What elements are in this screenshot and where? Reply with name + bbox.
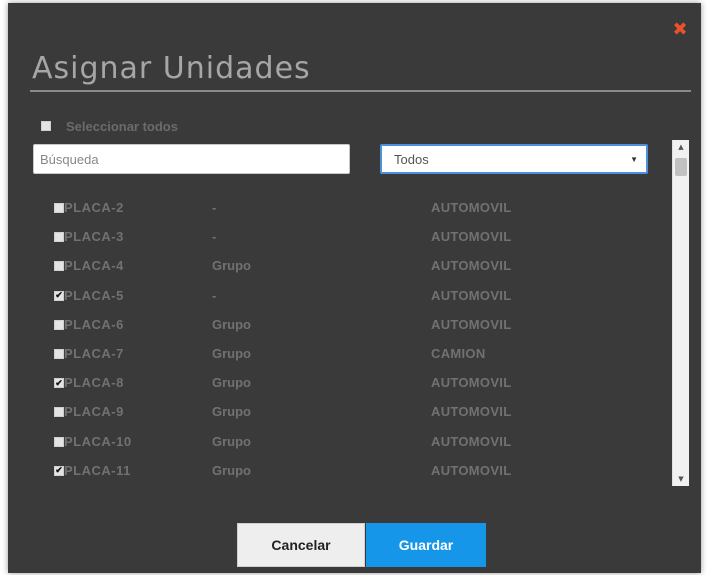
chevron-down-icon: ▼	[630, 154, 638, 164]
unit-checkbox[interactable]: ✔	[54, 378, 64, 389]
unit-plate: PLACA-8	[64, 375, 124, 391]
list-item[interactable]: PLACA-2 - AUTOMOVIL	[30, 196, 650, 220]
unit-group: Grupo	[212, 346, 251, 361]
unit-plate: PLACA-2	[64, 200, 124, 215]
unit-type: AUTOMOVIL	[431, 462, 512, 478]
unit-plate: PLACA-4	[64, 258, 124, 274]
list-item[interactable]: PLACA-9 Grupo AUTOMOVIL	[30, 400, 650, 424]
cancel-button[interactable]: Cancelar	[237, 523, 365, 567]
unit-checkbox[interactable]	[54, 407, 64, 418]
title-divider	[30, 90, 691, 92]
list-item[interactable]: ✔ PLACA-8 Grupo AUTOMOVIL	[30, 371, 650, 395]
select-all-label: Seleccionar todos	[66, 118, 178, 134]
scrollbar-thumb[interactable]	[675, 158, 687, 176]
unit-group: Grupo	[212, 316, 251, 332]
unit-group: -	[212, 229, 217, 245]
list-item[interactable]: PLACA-7 Grupo CAMION	[30, 342, 650, 366]
scroll-up-arrow-icon[interactable]: ▲	[673, 140, 689, 154]
unit-plate: PLACA-10	[64, 433, 132, 449]
unit-type: AUTOMOVIL	[431, 433, 512, 449]
save-button[interactable]: Guardar	[366, 523, 486, 567]
dialog-title: Asignar Unidades	[32, 51, 311, 86]
close-icon[interactable]: ✖	[671, 21, 689, 39]
unit-type: AUTOMOVIL	[431, 375, 512, 391]
unit-plate: PLACA-3	[64, 229, 124, 245]
unit-checkbox[interactable]: ✔	[54, 290, 64, 301]
unit-group: Grupo	[212, 433, 251, 449]
unit-checkbox[interactable]	[54, 319, 64, 330]
unit-checkbox[interactable]	[54, 232, 64, 243]
unit-plate: PLACA-7	[64, 346, 124, 361]
unit-checkbox[interactable]	[54, 349, 64, 359]
unit-plate: PLACA-11	[64, 462, 131, 478]
list-item[interactable]: ✔ PLACA-5 - AUTOMOVIL	[30, 284, 650, 308]
unit-type: AUTOMOVIL	[431, 229, 512, 245]
type-filter-value: Todos	[394, 151, 429, 167]
unit-checkbox[interactable]: ✔	[54, 465, 64, 476]
list-item[interactable]: PLACA-10 Grupo AUTOMOVIL	[30, 430, 650, 454]
unit-type: AUTOMOVIL	[431, 316, 512, 332]
type-filter-select[interactable]: Todos ▼	[380, 144, 648, 174]
unit-plate: PLACA-5	[64, 287, 124, 303]
search-input[interactable]	[33, 144, 350, 174]
select-all-checkbox[interactable]	[41, 121, 51, 131]
list-item[interactable]: ✔ PLACA-11 Grupo AUTOMOVIL	[30, 459, 650, 483]
unit-plate: PLACA-6	[64, 316, 124, 332]
unit-group: Grupo	[212, 462, 251, 478]
unit-type: AUTOMOVIL	[431, 258, 512, 274]
list-item[interactable]: PLACA-3 - AUTOMOVIL	[30, 225, 650, 249]
units-list: PLACA-2- AUTOMOVIL PLACA-3- AUTOMOVIL PLACA-…	[30, 196, 650, 486]
list-item[interactable]: PLACA-6 Grupo AUTOMOVIL	[30, 313, 650, 337]
scroll-down-arrow-icon[interactable]: ▼	[673, 472, 689, 486]
list-scrollbar[interactable]: ▲ ▼	[672, 140, 689, 486]
unit-group: -	[212, 200, 217, 215]
unit-group: Grupo	[212, 404, 251, 420]
unit-checkbox[interactable]	[54, 203, 64, 213]
unit-plate: PLACA-9	[64, 404, 124, 420]
unit-type: AUTOMOVIL	[431, 200, 512, 215]
unit-type: AUTOMOVIL	[431, 404, 512, 420]
unit-type: AUTOMOVIL	[431, 287, 512, 303]
select-all-control[interactable]: Seleccionar todos	[41, 117, 178, 135]
list-item[interactable]: PLACA-4 Grupo AUTOMOVIL	[30, 254, 650, 278]
unit-checkbox[interactable]	[54, 261, 64, 272]
assign-units-dialog: ✖ Asignar Unidades Seleccionar todos Tod…	[8, 3, 701, 573]
unit-group: Grupo	[212, 258, 251, 274]
unit-group: Grupo	[212, 375, 251, 391]
unit-checkbox[interactable]	[54, 436, 64, 447]
unit-group: -	[212, 287, 217, 303]
unit-type: CAMION	[431, 346, 486, 361]
